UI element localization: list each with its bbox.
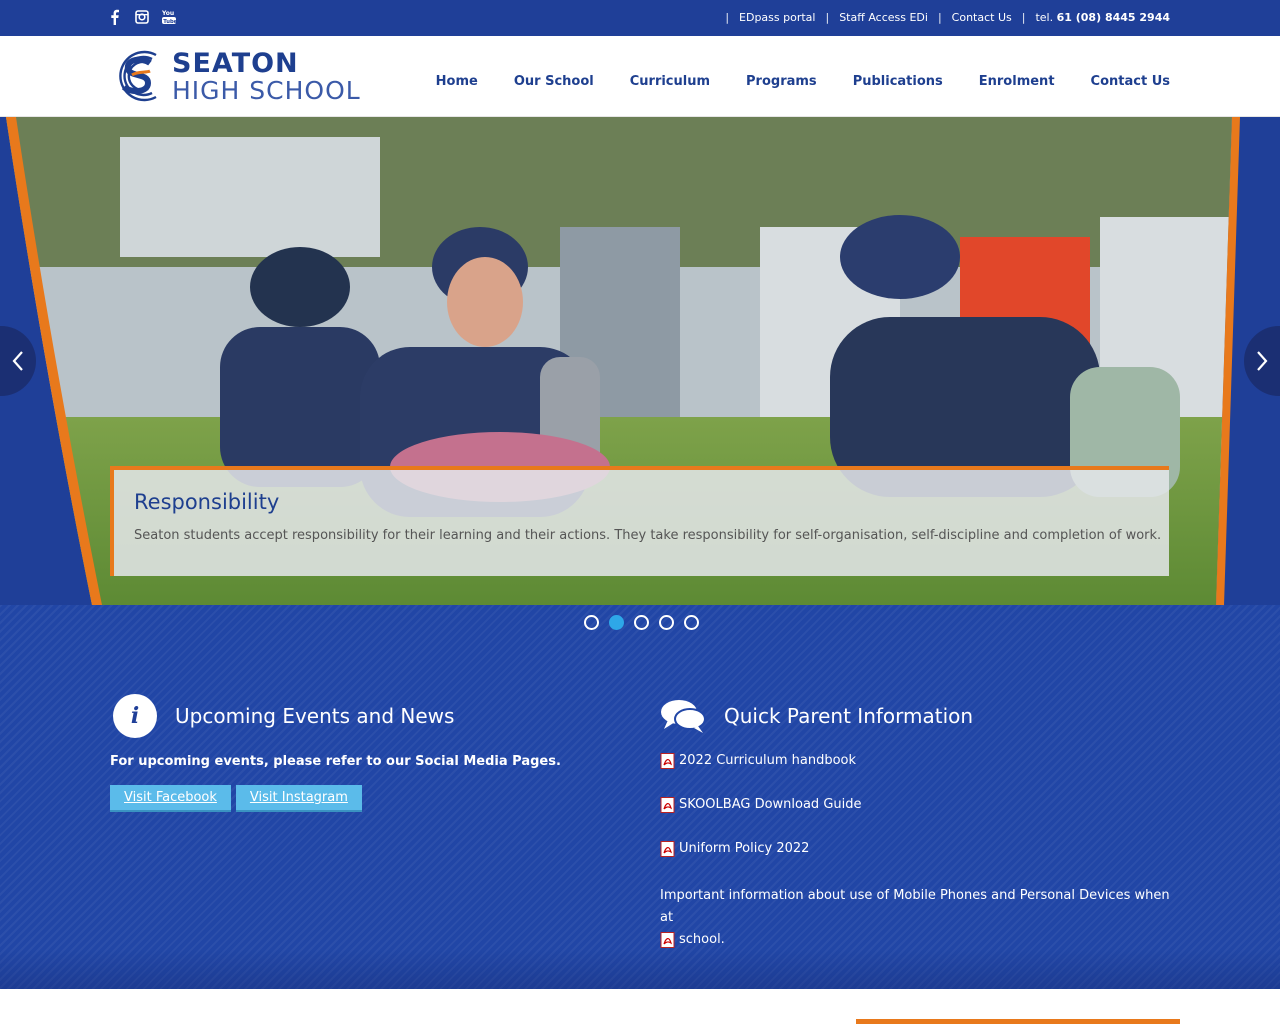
- hero-slider: Responsibility Seaton students accept re…: [0, 117, 1280, 605]
- info-section: i Upcoming Events and News For upcoming …: [0, 605, 1280, 989]
- slider-dot-active[interactable]: [609, 615, 624, 630]
- slider-dot[interactable]: [634, 615, 649, 630]
- edpass-portal-link[interactable]: EDpass portal: [739, 11, 815, 24]
- visit-instagram-button[interactable]: Visit Instagram: [235, 785, 362, 812]
- separator: |: [825, 11, 830, 24]
- nav-programs[interactable]: Programs: [746, 74, 817, 89]
- note-line-2: school.: [679, 932, 725, 947]
- info-icon: i: [113, 694, 157, 738]
- logo-line-1: SEATON: [172, 47, 299, 79]
- footer-accent-bar: [856, 1019, 1180, 1024]
- doc-label: SKOOLBAG Download Guide: [679, 797, 862, 812]
- utility-links: | EDpass portal | Staff Access EDi | Con…: [715, 11, 1170, 24]
- slider-dot[interactable]: [584, 615, 599, 630]
- pdf-icon: [660, 841, 675, 857]
- site-header: SEATON HIGH SCHOOL Home Our School Curri…: [0, 36, 1280, 117]
- slider-dot[interactable]: [684, 615, 699, 630]
- events-title: Upcoming Events and News: [175, 704, 455, 728]
- youtube-icon[interactable]: You Tube: [162, 9, 176, 25]
- svg-text:You: You: [162, 10, 174, 17]
- facebook-icon[interactable]: [108, 9, 122, 25]
- doc-label: 2022 Curriculum handbook: [679, 753, 857, 768]
- slide-caption: Responsibility Seaton students accept re…: [110, 466, 1169, 576]
- nav-our-school[interactable]: Our School: [514, 74, 594, 89]
- nav-home[interactable]: Home: [436, 74, 478, 89]
- chevron-right-icon: [1257, 351, 1268, 371]
- visit-facebook-button[interactable]: Visit Facebook: [110, 785, 231, 812]
- nav-enrolment[interactable]: Enrolment: [979, 74, 1055, 89]
- slide-text: Seaton students accept responsibility fo…: [134, 528, 1162, 543]
- pdf-icon: [660, 753, 675, 769]
- top-utility-bar: You Tube | EDpass portal | Staff Access E…: [0, 0, 1280, 36]
- doc-label: Uniform Policy 2022: [679, 841, 810, 856]
- pdf-icon: [660, 932, 675, 948]
- staff-access-link[interactable]: Staff Access EDi: [839, 11, 928, 24]
- slide-title: Responsibility: [134, 490, 280, 514]
- pdf-icon: [660, 797, 675, 813]
- contact-us-top-link[interactable]: Contact Us: [952, 11, 1012, 24]
- nav-publications[interactable]: Publications: [853, 74, 943, 89]
- parent-info-panel: Quick Parent Information 2022 Curriculum…: [660, 693, 1180, 951]
- main-nav: Home Our School Curriculum Programs Publ…: [436, 74, 1170, 89]
- instagram-icon[interactable]: [135, 9, 149, 25]
- phone-number[interactable]: 61 (08) 8445 2944: [1057, 11, 1170, 24]
- parent-docs-list: 2022 Curriculum handbook SKOOLBAG Downlo…: [660, 753, 1180, 951]
- slider-pagination: [584, 615, 699, 630]
- nav-curriculum[interactable]: Curriculum: [630, 74, 710, 89]
- nav-contact-us[interactable]: Contact Us: [1091, 74, 1170, 89]
- chat-bubbles-icon: [661, 700, 706, 733]
- tel-label: tel.: [1035, 11, 1054, 24]
- school-logo[interactable]: SEATON HIGH SCHOOL: [112, 41, 361, 111]
- svg-text:Tube: Tube: [163, 19, 176, 25]
- doc-link-uniform[interactable]: Uniform Policy 2022: [660, 841, 1180, 885]
- separator: |: [937, 11, 942, 24]
- slider-dot[interactable]: [659, 615, 674, 630]
- doc-link-curriculum[interactable]: 2022 Curriculum handbook: [660, 753, 1180, 797]
- events-news-panel: i Upcoming Events and News For upcoming …: [110, 693, 610, 812]
- social-links: You Tube: [108, 9, 176, 25]
- separator: |: [725, 11, 730, 24]
- logo-line-2: HIGH SCHOOL: [172, 75, 361, 105]
- seaton-logo-mark: [119, 50, 157, 102]
- parent-info-title: Quick Parent Information: [724, 704, 974, 728]
- doc-link-skoolbag[interactable]: SKOOLBAG Download Guide: [660, 797, 1180, 841]
- separator: |: [1021, 11, 1026, 24]
- note-line-1: Important information about use of Mobil…: [660, 888, 1170, 925]
- chevron-left-icon: [12, 351, 23, 371]
- doc-link-mobile-phones[interactable]: Important information about use of Mobil…: [660, 885, 1180, 951]
- events-lead: For upcoming events, please refer to our…: [110, 754, 561, 769]
